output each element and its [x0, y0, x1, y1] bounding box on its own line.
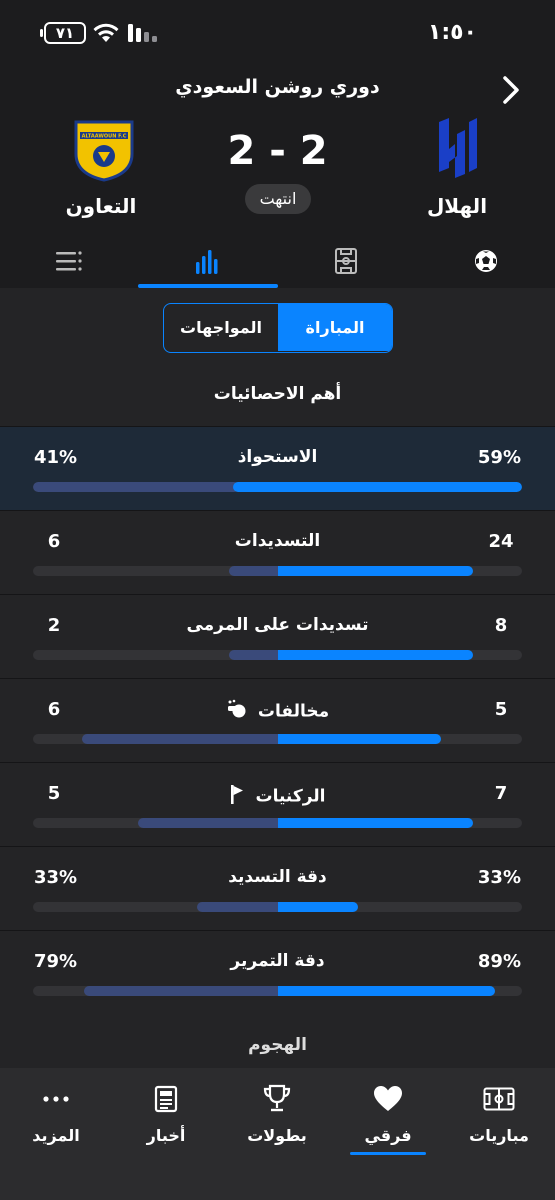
- stat-home-value: 59%: [477, 447, 521, 468]
- stat-home-value: 89%: [477, 951, 521, 972]
- stat-label: دقة التسديد: [228, 867, 327, 887]
- stat-label: التسديدات: [234, 531, 321, 551]
- stat-bar-track: [33, 818, 522, 828]
- stat-bar-track: [33, 650, 522, 660]
- stat-label: تسديدات على المرمى: [186, 615, 369, 635]
- bar-chart-icon: [196, 250, 218, 274]
- stat-label-wrap: التسديدات: [0, 531, 555, 551]
- stat-bar-track: [33, 566, 522, 576]
- active-nav-indicator: [350, 1152, 426, 1155]
- stat-bar-track: [33, 902, 522, 912]
- signal-icon: [128, 24, 157, 42]
- stat-bar-away: [81, 734, 284, 744]
- nav-label: أخبار: [146, 1126, 186, 1145]
- news-icon: [154, 1085, 178, 1113]
- nav-news[interactable]: أخبار: [116, 1082, 216, 1145]
- segmented-control: المباراة المواجهات: [163, 303, 393, 353]
- stat-label-wrap: الركنيات: [0, 783, 555, 810]
- stat-bar-away: [228, 650, 284, 660]
- stat-bar-track: [33, 482, 522, 492]
- stat-home-value: 5: [494, 699, 508, 720]
- league-title: دوري روشن السعودي: [175, 76, 380, 98]
- whistle-icon: [226, 699, 248, 724]
- stat-bar-away: [137, 818, 284, 828]
- stat-bar-track: [33, 734, 522, 744]
- stat-row: 2 تسديدات على المرمى 8: [0, 594, 555, 678]
- segment-head-to-head[interactable]: المواجهات: [164, 304, 278, 351]
- battery-indicator: ٧١: [40, 22, 86, 44]
- stat-label-wrap: الاستحواذ: [0, 447, 555, 467]
- tab-events[interactable]: [417, 234, 555, 288]
- stat-bar-home: [277, 650, 474, 660]
- more-icon: [43, 1096, 69, 1102]
- chevron-right-icon[interactable]: [497, 74, 525, 106]
- away-team-name[interactable]: التعاون: [44, 194, 158, 218]
- stat-bar-home: [277, 734, 441, 744]
- nav-more[interactable]: المزيد: [6, 1082, 106, 1145]
- stat-home-value: 8: [494, 615, 508, 636]
- stat-bar-away: [196, 902, 284, 912]
- nav-tournaments[interactable]: بطولات: [227, 1082, 327, 1145]
- pitch-icon: [483, 1087, 515, 1111]
- stat-bar-track: [33, 986, 522, 996]
- nav-matches[interactable]: مباريات: [449, 1082, 549, 1145]
- stats-content: المباراة المواجهات أهم الاحصائيات 41% الا…: [0, 288, 555, 1068]
- stat-bar-home: [277, 986, 496, 996]
- stat-label: الركنيات: [255, 786, 326, 807]
- tab-stats[interactable]: [138, 234, 276, 288]
- stat-row: 6 التسديدات 24: [0, 510, 555, 594]
- clock: ١:٥٠: [427, 20, 477, 45]
- stat-bar-away: [84, 986, 284, 996]
- segment-match[interactable]: المباراة: [278, 304, 392, 351]
- wifi-icon: [93, 23, 119, 42]
- nav-label: مباريات: [469, 1126, 529, 1145]
- attack-section-title: الهجوم: [248, 1035, 307, 1055]
- stat-home-value: 7: [494, 783, 508, 804]
- stat-label: الاستحواذ: [237, 447, 318, 467]
- stat-row: 33% دقة التسديد 33%: [0, 846, 555, 930]
- home-team-name[interactable]: الهلال: [400, 194, 514, 218]
- stat-row: 79% دقة التمرير 89%: [0, 930, 555, 1014]
- stat-label-wrap: دقة التمرير: [0, 951, 555, 971]
- stat-row: 41% الاستحواذ 59%: [0, 426, 555, 510]
- stat-bar-home: [277, 818, 474, 828]
- match-tabs: [0, 234, 555, 288]
- stat-bar-home: [233, 482, 522, 492]
- stat-label-wrap: مخالفات: [0, 699, 555, 724]
- match-status-badge: انتهت: [245, 184, 311, 214]
- nav-label: بطولات: [247, 1126, 307, 1145]
- match-score: 2 - 2: [227, 128, 328, 174]
- trophy-icon: [263, 1084, 291, 1112]
- match-header: دوري روشن السعودي ALTAAWOUN F.C الهلال ا…: [0, 66, 555, 288]
- stat-bar-home: [277, 566, 474, 576]
- stat-label-wrap: تسديدات على المرمى: [0, 615, 555, 635]
- stat-bar-home: [277, 902, 359, 912]
- stats-list: 41% الاستحواذ 59% 6 التسديدات 24 2 تسديدات على …: [0, 426, 555, 1014]
- nav-label: المزيد: [32, 1126, 80, 1145]
- stat-label: دقة التمرير: [230, 951, 325, 971]
- bottom-navigation: مباريات فرقي بطولات أخبار المزيد: [0, 1068, 555, 1200]
- stat-bar-away: [228, 566, 284, 576]
- section-title: أهم الاحصائيات: [213, 384, 342, 404]
- lineup-field-icon: [335, 248, 357, 274]
- stat-row: 6 مخالفات 5: [0, 678, 555, 762]
- nav-my-teams[interactable]: فرقي: [338, 1082, 438, 1145]
- stat-label: مخالفات: [257, 701, 330, 722]
- status-bar: ٧١ ١:٥٠: [0, 0, 555, 66]
- tab-list[interactable]: [0, 234, 138, 288]
- nav-label: فرقي: [364, 1126, 412, 1145]
- stat-label-wrap: دقة التسديد: [0, 867, 555, 887]
- tab-lineup[interactable]: [277, 234, 415, 288]
- list-icon: [56, 251, 82, 271]
- stat-home-value: 24: [488, 531, 514, 552]
- corner-flag-icon: [229, 783, 245, 810]
- stat-row: 5 الركنيات 7: [0, 762, 555, 846]
- stat-bar-away: [33, 482, 240, 492]
- stat-home-value: 33%: [477, 867, 521, 888]
- soccer-ball-icon: [475, 250, 497, 272]
- heart-icon: [374, 1086, 402, 1111]
